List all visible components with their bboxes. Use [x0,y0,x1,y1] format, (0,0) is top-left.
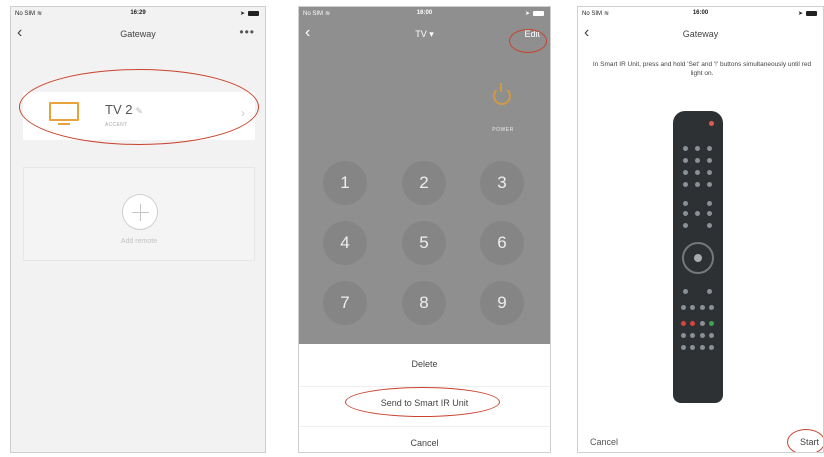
chevron-down-icon: ▾ [429,29,434,39]
highlight-oval [509,29,547,53]
location-icon: ➤ [524,11,530,17]
instruction-text: In Smart IR Unit, press and hold 'Set' a… [592,61,812,77]
nav-bar: ‹ Gateway [578,21,823,49]
plus-icon [122,194,158,230]
page-title: Gateway [682,29,719,39]
power-button-dot [709,121,714,126]
key-6[interactable]: 6 [480,221,524,265]
battery-icon [248,11,259,16]
key-8[interactable]: 8 [402,281,446,325]
add-remote-label: Add remote [120,238,158,245]
gateway-learning-screen: No SIM ≋ 16:00 ➤ ‹ Gateway In Smart IR Un… [577,6,824,453]
clock: 16:00 [692,10,709,16]
power-icon[interactable] [493,83,511,105]
battery-icon [533,11,544,16]
location-icon: ➤ [239,11,245,17]
highlight-oval [787,429,823,452]
location-icon: ➤ [797,11,803,17]
battery-icon [806,11,817,16]
add-remote-button[interactable]: Add remote [23,167,255,261]
key-7[interactable]: 7 [323,281,367,325]
gateway-remote-list-screen: No SIM ≋ 16:29 ➤ ‹ Gateway ••• TV 2 ✎ ACCE… [10,6,266,453]
remote-control-illustration [673,111,723,403]
key-9[interactable]: 9 [480,281,524,325]
highlight-oval [345,387,500,417]
status-bar: No SIM ≋ 16:29 ➤ [11,7,265,21]
power-label: POWER [492,127,514,133]
key-3[interactable]: 3 [480,161,524,205]
delete-button[interactable]: Delete [299,348,550,380]
cancel-button[interactable]: Cancel [590,437,618,447]
clock: 16:29 [130,10,146,16]
cancel-button[interactable]: Cancel [299,426,550,452]
key-5[interactable]: 5 [402,221,446,265]
key-1[interactable]: 1 [323,161,367,205]
tv-remote-screen: No SIM ≋ 16:00 ➤ ‹ TV ▾ Edit POWER 1 2 3 … [298,6,551,453]
key-2[interactable]: 2 [402,161,446,205]
page-title: Gateway [120,29,156,39]
more-icon[interactable]: ••• [239,25,255,39]
nav-bar: ‹ Gateway ••• [11,21,265,49]
status-bar: No SIM ≋ 16:00 ➤ [299,7,550,21]
number-keypad: 1 2 3 4 5 6 7 8 9 [299,149,550,349]
dpad [682,242,714,274]
highlight-oval [19,69,259,145]
clock: 16:00 [416,10,433,16]
key-4[interactable]: 4 [323,221,367,265]
status-bar: No SIM ≋ 16:00 ➤ [578,7,823,21]
